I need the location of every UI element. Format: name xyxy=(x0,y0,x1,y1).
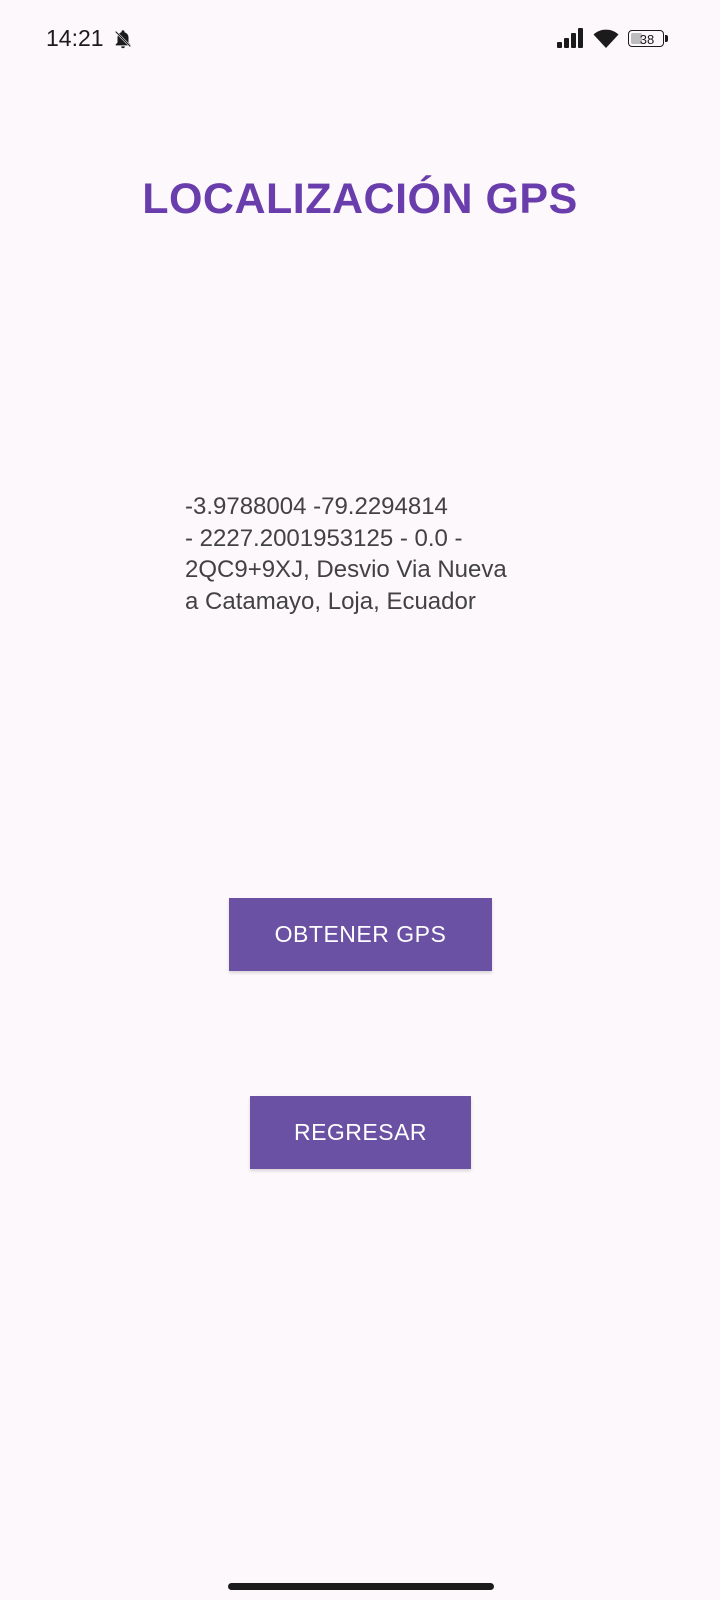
battery-body: 38 xyxy=(628,30,664,47)
page-title: LOCALIZACIÓN GPS xyxy=(142,175,578,223)
home-indicator[interactable] xyxy=(228,1583,494,1590)
battery-icon: 38 xyxy=(628,30,670,49)
status-bar: 14:21 38 xyxy=(0,0,720,80)
wifi-icon xyxy=(593,29,619,48)
back-button[interactable]: REGRESAR xyxy=(250,1096,471,1169)
location-info-text: -3.9788004 -79.2294814 - 2227.2001953125… xyxy=(185,493,507,615)
status-time: 14:21 xyxy=(46,25,104,51)
battery-tip xyxy=(665,35,668,42)
battery-level: 38 xyxy=(639,32,655,47)
signal-icon xyxy=(557,28,583,48)
get-gps-button[interactable]: OBTENER GPS xyxy=(229,898,492,971)
bell-icon xyxy=(114,30,132,49)
